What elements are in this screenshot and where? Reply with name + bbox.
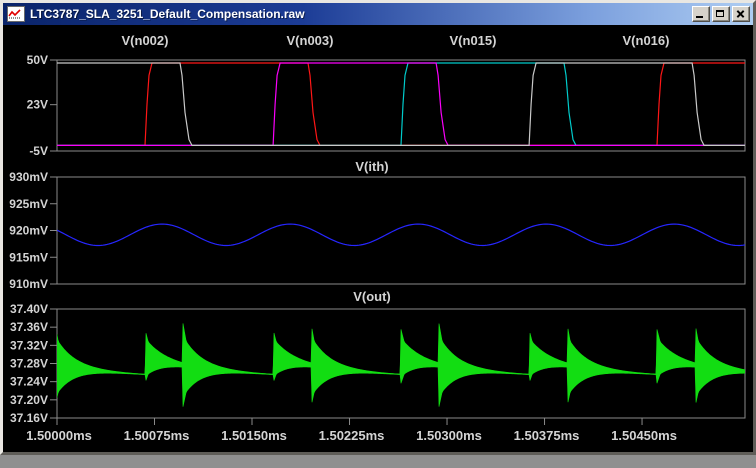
ltspice-waveform-window: LTC3787_SLA_3251_Default_Compensation.ra… — [0, 0, 756, 468]
x-tick-label: 1.50150ms — [221, 428, 287, 443]
title-bar[interactable]: LTC3787_SLA_3251_Default_Compensation.ra… — [3, 3, 753, 25]
close-button[interactable] — [732, 6, 750, 22]
minimize-icon — [696, 16, 703, 18]
x-tick-label: 1.50375ms — [514, 428, 580, 443]
minimize-button[interactable] — [692, 6, 710, 22]
plot-client-area: 50V 23V -5V V(n002) V(n003) V(n015) V(n016) 930… — [3, 25, 753, 452]
x-tick-label: 1.50300ms — [416, 428, 482, 443]
y-tick-label: 50V — [27, 53, 48, 67]
x-tick-label: 1.50075ms — [124, 428, 190, 443]
window-title: LTC3787_SLA_3251_Default_Compensation.ra… — [30, 7, 305, 21]
y-tick-label: 37.36V — [10, 320, 48, 334]
mdi-background — [0, 455, 756, 468]
trace-label-V(n015)[interactable]: V(n015) — [450, 33, 497, 48]
waveform-plot[interactable]: 50V 23V -5V V(n002) V(n003) V(n015) V(n016) 930… — [3, 25, 753, 452]
y-tick-label: -5V — [29, 144, 48, 158]
x-tick-label: 1.50450ms — [611, 428, 677, 443]
trace-label-V(ith)[interactable]: V(ith) — [355, 159, 388, 174]
y-tick-label: 925mV — [9, 197, 48, 211]
y-tick-label: 920mV — [9, 224, 48, 238]
window-controls — [692, 6, 750, 22]
waveform-app-icon — [7, 6, 25, 22]
y-tick-label: 37.24V — [10, 375, 48, 389]
y-tick-label: 23V — [27, 98, 48, 112]
trace-label-V(n016)[interactable]: V(n016) — [623, 33, 670, 48]
maximize-button[interactable] — [712, 6, 730, 22]
y-tick-label: 37.40V — [10, 302, 48, 316]
plot-window: LTC3787_SLA_3251_Default_Compensation.ra… — [0, 0, 756, 455]
trace-label-V(n003)[interactable]: V(n003) — [287, 33, 334, 48]
y-tick-label: 930mV — [9, 170, 48, 184]
maximize-icon — [716, 10, 724, 17]
y-tick-label: 910mV — [9, 277, 48, 291]
x-tick-label: 1.50225ms — [319, 428, 385, 443]
x-tick-label: 1.50000ms — [26, 428, 92, 443]
y-tick-label: 37.28V — [10, 357, 48, 371]
y-tick-label: 37.20V — [10, 393, 48, 407]
y-tick-label: 915mV — [9, 250, 48, 264]
trace-label-V(out)[interactable]: V(out) — [353, 289, 391, 304]
y-tick-label: 37.32V — [10, 338, 48, 352]
y-tick-label: 37.16V — [10, 411, 48, 425]
trace-label-V(n002)[interactable]: V(n002) — [122, 33, 169, 48]
